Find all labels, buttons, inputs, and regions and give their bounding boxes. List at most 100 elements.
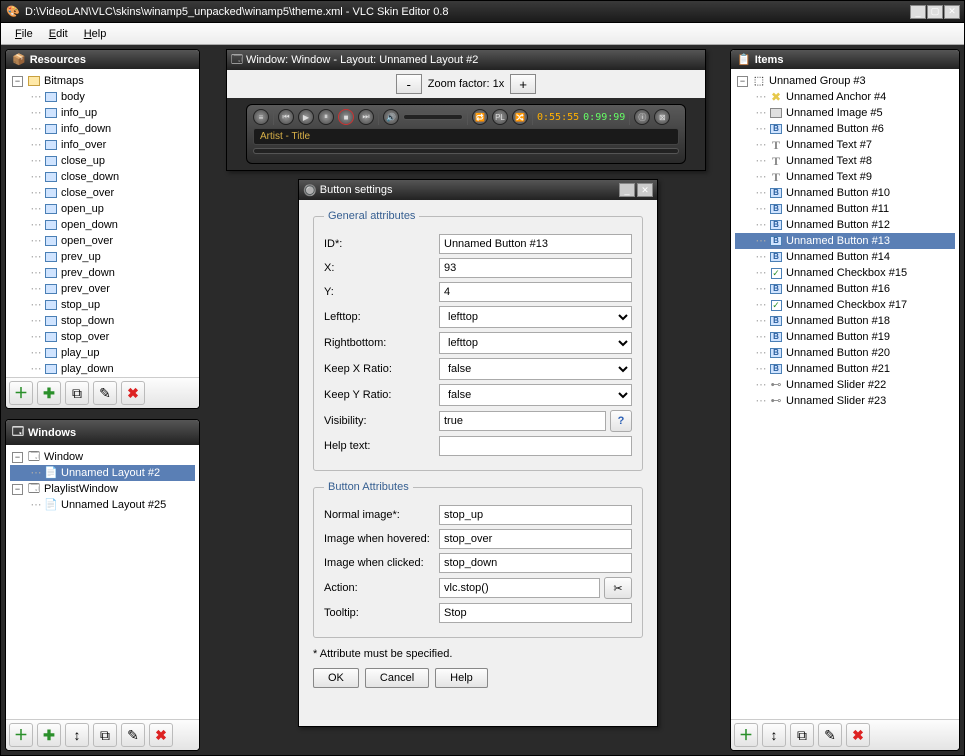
tree-node-window[interactable]: −🗔Window: [10, 449, 195, 465]
tree-node-item[interactable]: ⋯TUnnamed Text #8: [735, 153, 955, 169]
rightbottom-select[interactable]: lefttop: [439, 332, 632, 354]
add-resource-button[interactable]: ＋: [9, 381, 33, 405]
maximize-button[interactable]: ▢: [927, 5, 943, 19]
player-close-icon[interactable]: ⊠: [654, 109, 670, 125]
tree-node-item[interactable]: ⋯BUnnamed Button #18: [735, 313, 955, 329]
tree-node-bitmap[interactable]: ⋯close_up: [10, 153, 195, 169]
titlebar[interactable]: 🎨 D:\VideoLAN\VLC\skins\winamp5_unpacked…: [1, 1, 964, 23]
minimize-button[interactable]: _: [910, 5, 926, 19]
action-input[interactable]: [439, 578, 600, 598]
tooltip-input[interactable]: [439, 603, 632, 623]
tree-node-layout[interactable]: ⋯📄Unnamed Layout #2: [10, 465, 195, 481]
zoom-out-button[interactable]: -: [396, 74, 422, 94]
tree-node-item[interactable]: ⋯BUnnamed Button #11: [735, 201, 955, 217]
tree-node-item[interactable]: ⋯BUnnamed Button #10: [735, 185, 955, 201]
help-button[interactable]: Help: [435, 668, 488, 688]
edit-resource-button[interactable]: ✎: [93, 381, 117, 405]
windows-body[interactable]: −🗔Window⋯📄Unnamed Layout #2−🗔PlaylistWin…: [6, 445, 199, 719]
tree-node-layout[interactable]: ⋯📄Unnamed Layout #25: [10, 497, 195, 513]
id-input[interactable]: [439, 234, 632, 254]
player-info-icon[interactable]: ⓘ: [634, 109, 650, 125]
tree-node-item[interactable]: ⋯BUnnamed Button #21: [735, 361, 955, 377]
tree-node-item[interactable]: ⋯⊷Unnamed Slider #22: [735, 377, 955, 393]
tree-node-window[interactable]: −🗔PlaylistWindow: [10, 481, 195, 497]
move-window-button[interactable]: ↕: [65, 723, 89, 747]
tree-node-bitmap[interactable]: ⋯close_down: [10, 169, 195, 185]
resources-header[interactable]: 📦 Resources: [6, 50, 199, 69]
tree-node-bitmap[interactable]: ⋯stop_up: [10, 297, 195, 313]
preview-window[interactable]: 🗔 Window: Window - Layout: Unnamed Layou…: [226, 49, 706, 171]
keepy-select[interactable]: false: [439, 384, 632, 406]
tree-node-bitmap[interactable]: ⋯open_over: [10, 233, 195, 249]
x-input[interactable]: [439, 258, 632, 278]
tree-node-item[interactable]: ⋯BUnnamed Button #16: [735, 281, 955, 297]
visibility-help-button[interactable]: ?: [610, 410, 632, 432]
collapse-icon[interactable]: −: [12, 484, 23, 495]
copy-window-button[interactable]: ⧉: [93, 723, 117, 747]
settings-window[interactable]: 🔘 Button settings _ ✕ General attributes…: [298, 179, 658, 727]
tree-node-bitmap[interactable]: ⋯open_up: [10, 201, 195, 217]
action-picker-button[interactable]: ✂: [604, 577, 632, 599]
add-item-button[interactable]: ＋: [734, 723, 758, 747]
delete-resource-button[interactable]: ✖: [121, 381, 145, 405]
tree-node-item[interactable]: ⋯BUnnamed Button #13: [735, 233, 955, 249]
settings-min-button[interactable]: _: [619, 183, 635, 197]
ok-button[interactable]: OK: [313, 668, 359, 688]
tree-node-group[interactable]: −⬚Unnamed Group #3: [735, 73, 955, 89]
collapse-icon[interactable]: −: [12, 452, 23, 463]
tree-node-bitmap[interactable]: ⋯prev_over: [10, 281, 195, 297]
tree-node-bitmap[interactable]: ⋯info_over: [10, 137, 195, 153]
windows-header[interactable]: 🗔 Windows: [6, 420, 199, 445]
copy-item-button[interactable]: ⧉: [790, 723, 814, 747]
settings-close-button[interactable]: ✕: [637, 183, 653, 197]
tree-node-bitmap[interactable]: ⋯stop_down: [10, 313, 195, 329]
preview-titlebar[interactable]: 🗔 Window: Window - Layout: Unnamed Layou…: [227, 50, 705, 70]
collapse-icon[interactable]: −: [12, 76, 23, 87]
tree-node-bitmaps[interactable]: −Bitmaps: [10, 73, 195, 89]
tree-node-bitmap[interactable]: ⋯prev_up: [10, 249, 195, 265]
edit-window-button[interactable]: ✎: [121, 723, 145, 747]
copy-resource-button[interactable]: ⧉: [65, 381, 89, 405]
collapse-icon[interactable]: −: [737, 76, 748, 87]
tree-node-bitmap[interactable]: ⋯stop_over: [10, 329, 195, 345]
tree-node-item[interactable]: ⋯BUnnamed Button #20: [735, 345, 955, 361]
player-seek-slider[interactable]: [253, 148, 679, 154]
tree-node-item[interactable]: ⋯TUnnamed Text #9: [735, 169, 955, 185]
player-menu-icon[interactable]: ≡: [253, 109, 269, 125]
tree-node-item[interactable]: ⋯BUnnamed Button #19: [735, 329, 955, 345]
add-resource-sub-button[interactable]: ✚: [37, 381, 61, 405]
tree-node-bitmap[interactable]: ⋯open_down: [10, 217, 195, 233]
cancel-button[interactable]: Cancel: [365, 668, 429, 688]
y-input[interactable]: [439, 282, 632, 302]
tree-node-bitmap[interactable]: ⋯play_up: [10, 345, 195, 361]
tree-node-item[interactable]: ⋯✓Unnamed Checkbox #17: [735, 297, 955, 313]
items-body[interactable]: −⬚Unnamed Group #3⋯✖Unnamed Anchor #4⋯Un…: [731, 69, 959, 719]
add-layout-button[interactable]: ✚: [37, 723, 61, 747]
keepx-select[interactable]: false: [439, 358, 632, 380]
close-button[interactable]: ✕: [944, 5, 960, 19]
player-stop-icon[interactable]: ■: [338, 109, 354, 125]
settings-titlebar[interactable]: 🔘 Button settings _ ✕: [299, 180, 657, 200]
player-vol-icon[interactable]: 🔊: [383, 109, 399, 125]
player-prev-icon[interactable]: ⏮: [278, 109, 294, 125]
player-vol-slider[interactable]: [403, 114, 463, 120]
tree-node-item[interactable]: ⋯BUnnamed Button #6: [735, 121, 955, 137]
player-play-icon[interactable]: ▶: [298, 109, 314, 125]
items-header[interactable]: 📋 Items: [731, 50, 959, 69]
tree-node-bitmap[interactable]: ⋯play_down: [10, 361, 195, 377]
tree-node-item[interactable]: ⋯BUnnamed Button #12: [735, 217, 955, 233]
menu-file[interactable]: File: [7, 26, 41, 42]
player-plist-icon[interactable]: PL: [492, 109, 508, 125]
player-shuffle-icon[interactable]: 🔀: [512, 109, 528, 125]
player-preview[interactable]: ≡ ⏮ ▶ ⏸ ■ ⏭ 🔊 🔁 PL: [246, 104, 686, 164]
move-item-button[interactable]: ↕: [762, 723, 786, 747]
tree-node-bitmap[interactable]: ⋯body: [10, 89, 195, 105]
tree-node-item[interactable]: ⋯TUnnamed Text #7: [735, 137, 955, 153]
tree-node-item[interactable]: ⋯BUnnamed Button #14: [735, 249, 955, 265]
tree-node-bitmap[interactable]: ⋯info_down: [10, 121, 195, 137]
helptext-input[interactable]: [439, 436, 632, 456]
tree-node-bitmap[interactable]: ⋯info_up: [10, 105, 195, 121]
tree-node-item[interactable]: ⋯Unnamed Image #5: [735, 105, 955, 121]
hoverimg-input[interactable]: [439, 529, 632, 549]
tree-node-item[interactable]: ⋯✖Unnamed Anchor #4: [735, 89, 955, 105]
